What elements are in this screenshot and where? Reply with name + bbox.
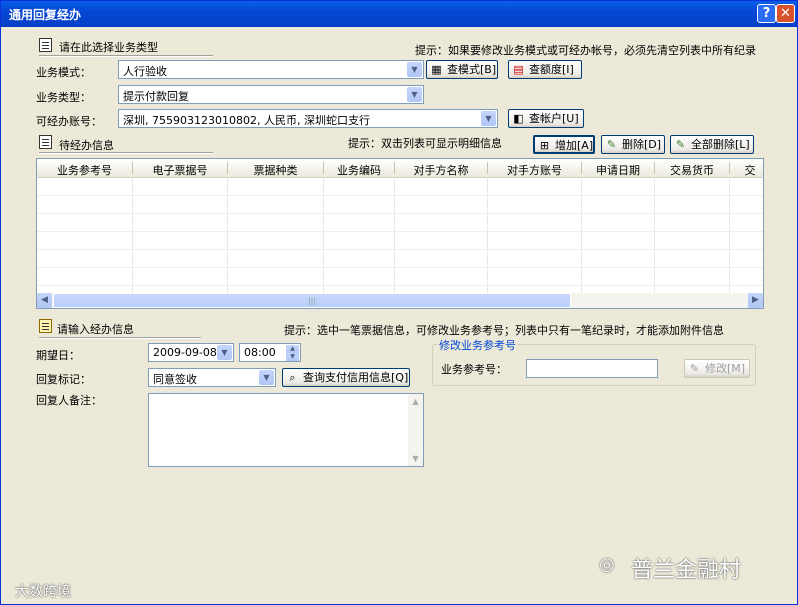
scroll-down-icon[interactable]: ▼ — [408, 451, 423, 466]
query-credit-label: 查询支付信用信息[Q] — [303, 371, 409, 384]
query-mode-label: 查模式[B] — [447, 63, 497, 76]
reply-flag-select[interactable]: 同意签收 ▼ — [148, 368, 276, 387]
reply-flag-label: 回复标记： — [36, 373, 91, 386]
spin-up-icon[interactable]: ▲ — [286, 345, 299, 353]
expected-time-value: 08:00 — [244, 346, 276, 359]
remark-textarea[interactable]: ▲ ▼ — [148, 393, 424, 467]
biz-type-value: 提示付款回复 — [123, 90, 189, 103]
delete-all-label: 全部删除[L] — [691, 138, 750, 151]
edit-icon — [39, 319, 52, 333]
pencil-icon: ✎ — [689, 362, 700, 375]
delete-button[interactable]: ✎ 删除[D] — [601, 135, 665, 154]
delete-label: 删除[D] — [622, 138, 662, 151]
section-business-type-title: 请在此选择业务类型 — [59, 41, 158, 54]
expected-date-label: 期望日： — [36, 349, 80, 362]
grid-line — [37, 195, 763, 196]
add-button[interactable]: ⊞ 增加[A] — [533, 135, 595, 154]
spin-down-icon[interactable]: ▼ — [286, 353, 299, 361]
pending-table[interactable]: 业务参考号 电子票据号 票据种类 业务编码 对手方名称 对手方账号 申请日期 交… — [36, 158, 764, 309]
col-currency[interactable]: 交易货币 — [655, 162, 729, 178]
col-ref-no[interactable]: 业务参考号 — [37, 162, 132, 178]
scroll-left-icon[interactable]: ◀ — [37, 293, 52, 308]
table-header: 业务参考号 电子票据号 票据种类 业务编码 对手方名称 对手方账号 申请日期 交… — [37, 159, 763, 178]
query-quota-button[interactable]: ▤ 查额度[I] — [508, 60, 582, 79]
ref-no-label: 业务参考号： — [441, 363, 507, 376]
watermark-right: 普兰金融村 — [631, 558, 742, 583]
section-pending-title: 待经办信息 — [59, 139, 114, 152]
modify-label: 修改[M] — [705, 362, 746, 375]
section2-hint: 提示：双击列表可显示明细信息 — [348, 137, 502, 150]
grid-line — [37, 249, 763, 250]
biz-mode-value: 人行验收 — [123, 65, 167, 78]
modify-button[interactable]: ✎ 修改[M] — [684, 359, 750, 378]
add-icon: ⊞ — [539, 139, 550, 152]
window-title: 通用回复经办 — [9, 8, 82, 22]
scrollbar-thumb[interactable]: ||| — [53, 293, 571, 308]
account-label: 可经办账号： — [36, 115, 102, 128]
close-button[interactable]: ✕ — [776, 4, 795, 23]
grid-line — [37, 285, 763, 286]
col-counterparty-name[interactable]: 对手方名称 — [395, 162, 487, 178]
document-icon — [39, 135, 52, 149]
title-bar: 通用回复经办 ? ✕ — [1, 1, 797, 27]
dialog-window: 通用回复经办 ? ✕ 请在此选择业务类型 提示：如果要修改业务模式或可经办帐号，… — [0, 0, 798, 605]
chevron-down-icon[interactable]: ▼ — [259, 370, 274, 385]
vertical-scrollbar[interactable]: ▲ ▼ — [408, 394, 423, 466]
grid-line — [37, 267, 763, 268]
scroll-right-icon[interactable]: ▶ — [748, 293, 763, 308]
account-value: 深圳, 755903123010802, 人民币, 深圳蛇口支行 — [123, 114, 370, 127]
document-icon — [39, 38, 52, 52]
expected-time-spinner[interactable]: 08:00 ▲ ▼ — [239, 343, 301, 362]
calendar-dropdown-icon[interactable]: ▼ — [217, 345, 232, 360]
chevron-down-icon[interactable]: ▼ — [407, 62, 422, 77]
col-bill-type[interactable]: 票据种类 — [228, 162, 323, 178]
account-select[interactable]: 深圳, 755903123010802, 人民币, 深圳蛇口支行 ▼ — [118, 109, 498, 128]
expected-date-picker[interactable]: 2009-09-08 ▼ — [148, 343, 234, 362]
reply-flag-value: 同意签收 — [153, 373, 197, 386]
section-divider — [39, 152, 213, 154]
query-account-button[interactable]: ◧ 查帐户[U] — [508, 109, 584, 128]
magnifier-icon: ⌕ — [289, 371, 296, 384]
section-divider — [39, 337, 201, 339]
expected-date-value: 2009-09-08 — [153, 346, 217, 359]
biz-mode-label: 业务模式： — [36, 66, 91, 79]
query-quota-label: 查额度[I] — [529, 63, 574, 76]
wechat-icon: ◎ — [599, 554, 615, 575]
section3-hint: 提示：选中一笔票据信息，可修改业务参考号；列表中只有一笔纪录时，才能添加附件信息 — [284, 324, 724, 337]
horizontal-scrollbar[interactable]: ◀ ||| ▶ — [37, 293, 763, 308]
grid-icon: ▦ — [431, 63, 442, 76]
ref-no-input[interactable] — [526, 359, 658, 378]
col-bill-no[interactable]: 电子票据号 — [133, 162, 227, 178]
biz-mode-select[interactable]: 人行验收 ▼ — [118, 60, 424, 79]
section-input-title: 请输入经办信息 — [57, 323, 134, 336]
query-account-label: 查帐户[U] — [529, 112, 579, 125]
query-mode-button[interactable]: ▦ 查模式[B] — [426, 60, 498, 79]
col-biz-code[interactable]: 业务编码 — [324, 162, 394, 178]
biz-type-label: 业务类型： — [36, 91, 91, 104]
col-counterparty-account[interactable]: 对手方账号 — [488, 162, 581, 178]
delete-icon: ✎ — [606, 138, 617, 151]
chevron-down-icon[interactable]: ▼ — [407, 87, 422, 102]
delete-all-button[interactable]: ✎ 全部删除[L] — [670, 135, 754, 154]
grid-line — [37, 213, 763, 214]
query-credit-button[interactable]: ⌕ 查询支付信用信息[Q] — [282, 368, 410, 387]
section-divider — [39, 55, 213, 57]
calculator-icon: ▤ — [513, 63, 524, 76]
modify-ref-group-title: 修改业务参考号 — [437, 337, 518, 353]
chevron-down-icon[interactable]: ▼ — [481, 111, 496, 126]
add-label: 增加[A] — [555, 139, 594, 152]
remark-label: 回复人备注： — [36, 394, 102, 407]
account-icon: ◧ — [513, 112, 524, 125]
col-apply-date[interactable]: 申请日期 — [582, 162, 654, 178]
help-button[interactable]: ? — [757, 4, 776, 23]
biz-type-select[interactable]: 提示付款回复 ▼ — [118, 85, 424, 104]
delete-all-icon: ✎ — [675, 138, 686, 151]
watermark-left: 大数跨境 — [15, 584, 71, 600]
section1-hint: 提示：如果要修改业务模式或可经办帐号，必须先清空列表中所有纪录 — [415, 44, 756, 57]
col-trade[interactable]: 交 — [730, 162, 763, 178]
grid-line — [37, 231, 763, 232]
modify-ref-group: 修改业务参考号 业务参考号： ✎ 修改[M] — [432, 337, 756, 386]
scroll-up-icon[interactable]: ▲ — [408, 394, 423, 409]
